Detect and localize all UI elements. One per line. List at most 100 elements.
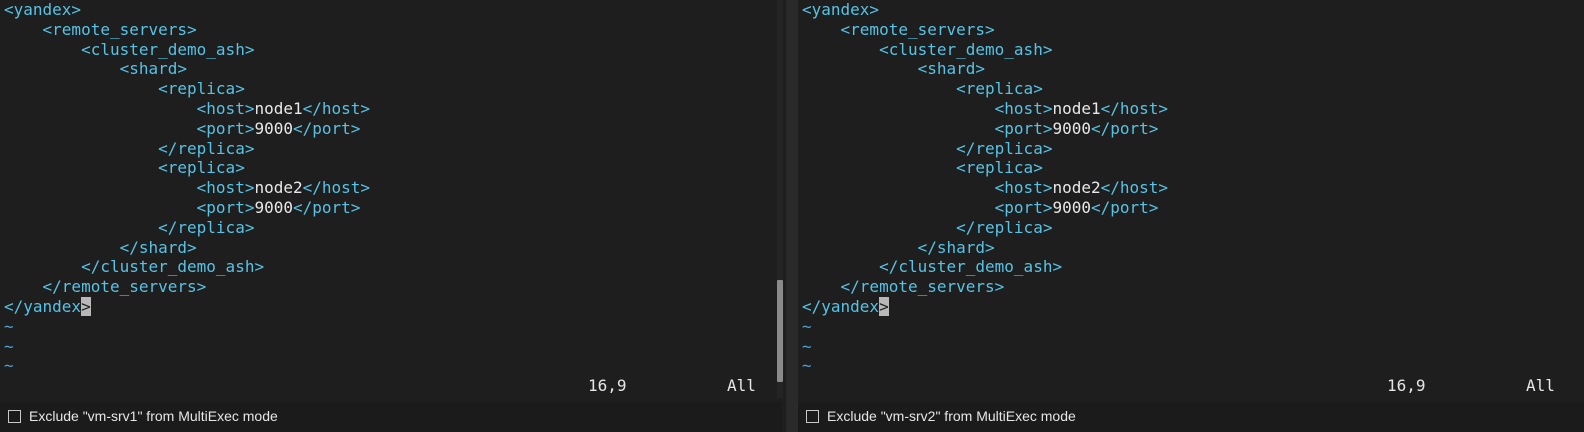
code-line: </yandex>	[0, 296, 782, 317]
xml-text-token: node1	[254, 98, 303, 118]
xml-tag-token: <replica>	[802, 158, 1043, 178]
xml-tag-token: <replica>	[4, 158, 245, 178]
empty-buffer-line: ~	[798, 356, 1584, 376]
xml-tag-token: <replica>	[4, 79, 245, 99]
xml-text-token: 9000	[1052, 197, 1091, 217]
empty-buffer-line: ~	[798, 337, 1584, 357]
xml-tag-token: </remote_servers>	[802, 277, 1005, 297]
scroll-position-indicator: All	[1526, 376, 1555, 395]
code-line: <port>9000</port>	[798, 119, 1584, 139]
xml-tag-token: </yandex	[4, 296, 82, 316]
xml-tag-token: </yandex	[802, 296, 880, 316]
code-line: <yandex>	[0, 0, 782, 20]
code-line: <replica>	[0, 158, 782, 178]
empty-buffer-line: ~	[0, 337, 782, 357]
xml-tag-token: <yandex>	[802, 0, 880, 19]
code-line: <port>9000</port>	[798, 198, 1584, 218]
multiexec-exclude-bar: Exclude "vm-srv2" from MultiExec mode	[798, 402, 1584, 432]
code-line: </cluster_demo_ash>	[0, 257, 782, 277]
exclude-multiexec-label[interactable]: Exclude "vm-srv1" from MultiExec mode	[29, 408, 278, 424]
xml-tag-token: </port>	[292, 118, 361, 138]
code-line: <port>9000</port>	[0, 198, 782, 218]
xml-tag-token: <remote_servers>	[802, 19, 995, 39]
code-line: </remote_servers>	[798, 277, 1584, 297]
xml-tag-token: <shard>	[4, 59, 188, 79]
code-line: </cluster_demo_ash>	[798, 257, 1584, 277]
text-cursor: >	[81, 296, 91, 316]
code-line: <yandex>	[798, 0, 1584, 20]
exclude-multiexec-checkbox[interactable]	[806, 410, 819, 423]
empty-line-marker: ~	[4, 316, 14, 336]
code-line: </replica>	[798, 139, 1584, 159]
xml-tag-token: </replica>	[802, 217, 1053, 237]
xml-tag-token: </host>	[1100, 98, 1169, 118]
xml-tag-token: </host>	[1100, 178, 1169, 198]
xml-tag-token: </host>	[302, 178, 371, 198]
xml-tag-token: </replica>	[4, 138, 255, 158]
xml-tag-token: <host>	[4, 178, 255, 198]
xml-tag-token: </cluster_demo_ash>	[802, 257, 1063, 277]
code-line: <host>node2</host>	[0, 178, 782, 198]
xml-tag-token: </port>	[1090, 118, 1159, 138]
xml-text-token: node1	[1052, 98, 1101, 118]
code-line: </yandex>	[798, 296, 1584, 317]
xml-tag-token: <host>	[802, 98, 1053, 118]
multiexec-terminal-window: <yandex> <remote_servers> <cluster_demo_…	[0, 0, 1584, 432]
xml-tag-token: </port>	[1090, 197, 1159, 217]
xml-tag-token: </shard>	[802, 237, 995, 257]
xml-tag-token: <host>	[802, 178, 1053, 198]
empty-line-marker: ~	[802, 316, 812, 336]
xml-tag-token: <cluster_demo_ash>	[802, 39, 1053, 59]
pane-scrollbar-thumb[interactable]	[777, 280, 783, 382]
code-line: <remote_servers>	[798, 20, 1584, 40]
xml-tag-token: </port>	[292, 197, 361, 217]
empty-buffer-line: ~	[0, 317, 782, 337]
xml-tag-token: <remote_servers>	[4, 19, 197, 39]
empty-buffer-line: ~	[798, 317, 1584, 337]
vim-editor-buffer[interactable]: <yandex> <remote_servers> <cluster_demo_…	[0, 0, 782, 398]
code-line: <remote_servers>	[0, 20, 782, 40]
xml-tag-token: <shard>	[802, 59, 986, 79]
empty-line-marker: ~	[802, 356, 812, 376]
empty-buffer-line: ~	[0, 356, 782, 376]
vim-editor-buffer[interactable]: <yandex> <remote_servers> <cluster_demo_…	[798, 0, 1584, 398]
terminal-pane-vm-srv2[interactable]: <yandex> <remote_servers> <cluster_demo_…	[798, 0, 1584, 432]
xml-tag-token: </replica>	[802, 138, 1053, 158]
xml-tag-token: <port>	[802, 118, 1053, 138]
code-line: <shard>	[0, 59, 782, 79]
exclude-multiexec-label[interactable]: Exclude "vm-srv2" from MultiExec mode	[827, 408, 1076, 424]
code-line: </replica>	[0, 218, 782, 238]
code-line: <shard>	[798, 59, 1584, 79]
code-line: <host>node1</host>	[798, 99, 1584, 119]
text-cursor: >	[879, 296, 889, 316]
xml-tag-token: </replica>	[4, 217, 255, 237]
empty-line-marker: ~	[802, 336, 812, 356]
code-line: <replica>	[0, 79, 782, 99]
code-line: </replica>	[0, 139, 782, 159]
terminal-pane-vm-srv1[interactable]: <yandex> <remote_servers> <cluster_demo_…	[0, 0, 782, 432]
pane-splitter[interactable]	[786, 0, 798, 432]
xml-tag-token: </cluster_demo_ash>	[4, 257, 265, 277]
xml-tag-token: <cluster_demo_ash>	[4, 39, 255, 59]
code-line: <host>node2</host>	[798, 178, 1584, 198]
xml-text-token: 9000	[254, 118, 293, 138]
xml-tag-token: </remote_servers>	[4, 277, 207, 297]
multiexec-exclude-bar: Exclude "vm-srv1" from MultiExec mode	[0, 402, 782, 432]
code-line: <cluster_demo_ash>	[798, 40, 1584, 60]
code-line: </shard>	[0, 238, 782, 258]
xml-text-token: node2	[254, 178, 303, 198]
code-line: </replica>	[798, 218, 1584, 238]
xml-text-token: 9000	[254, 197, 293, 217]
empty-line-marker: ~	[4, 356, 14, 376]
code-line: <port>9000</port>	[0, 119, 782, 139]
xml-tag-token: <port>	[4, 197, 255, 217]
exclude-multiexec-checkbox[interactable]	[8, 410, 21, 423]
xml-tag-token: <port>	[4, 118, 255, 138]
xml-tag-token: </host>	[302, 98, 371, 118]
xml-text-token: node2	[1052, 178, 1101, 198]
xml-tag-token: <port>	[802, 197, 1053, 217]
xml-tag-token: <host>	[4, 98, 255, 118]
code-line: </remote_servers>	[0, 277, 782, 297]
xml-tag-token: <replica>	[802, 79, 1043, 99]
xml-tag-token: </shard>	[4, 237, 197, 257]
